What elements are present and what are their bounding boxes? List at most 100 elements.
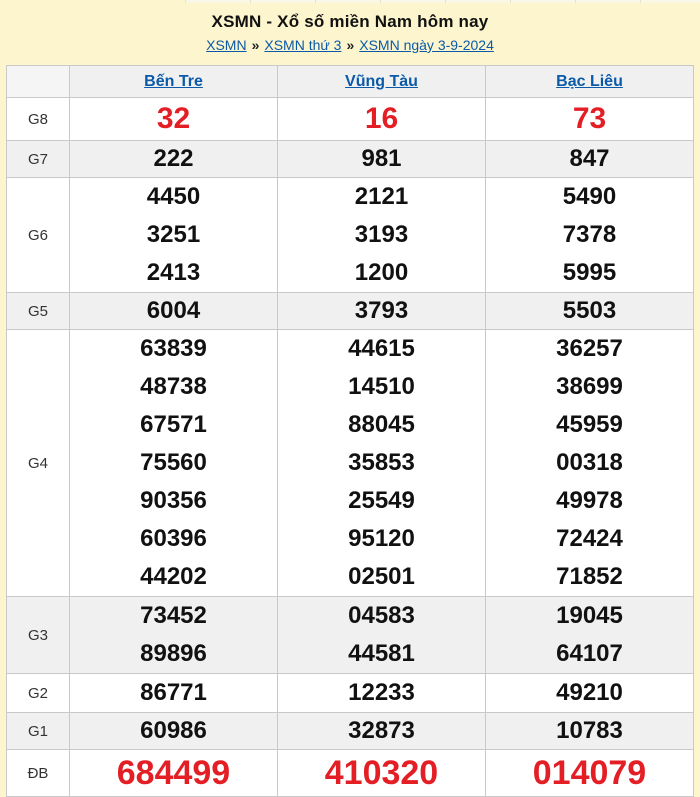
table-row-g7: G7222981847 <box>7 141 694 178</box>
prize-number: 2121 <box>278 178 485 216</box>
breadcrumb-link-date[interactable]: XSMN ngày 3-9-2024 <box>359 37 494 53</box>
prize-number: 75560 <box>70 444 277 482</box>
prize-number: 73452 <box>70 597 277 635</box>
prize-number: 1200 <box>278 254 485 292</box>
prize-cell: 73 <box>486 98 694 141</box>
prize-number: 72424 <box>486 520 693 558</box>
prize-cell: 49210 <box>486 674 694 713</box>
table-row-g2: G2867711223349210 <box>7 674 694 713</box>
breadcrumb-separator: » <box>247 37 265 53</box>
column-header-link-bac-lieu[interactable]: Bạc Liêu <box>556 73 623 90</box>
prize-number: 64107 <box>486 635 693 673</box>
breadcrumb-link-xsmn[interactable]: XSMN <box>206 37 246 53</box>
top-edge-decoration <box>0 0 700 3</box>
table-row-g3: G3734528989604583445811904564107 <box>7 597 694 674</box>
prize-number: 02501 <box>278 558 485 596</box>
prize-label-g4: G4 <box>7 330 70 597</box>
prize-label-g1: G1 <box>7 713 70 750</box>
prize-number: 014079 <box>486 750 693 796</box>
prize-number: 73 <box>486 98 693 140</box>
column-header-ben-tre: Bến Tre <box>70 66 278 98</box>
prize-number: 49210 <box>486 674 693 712</box>
column-header-link-vung-tau[interactable]: Vũng Tàu <box>345 73 418 90</box>
prize-cell: 7345289896 <box>70 597 278 674</box>
page-header: XSMN - Xổ số miền Nam hôm nay XSMN»XSMN … <box>0 3 700 53</box>
table-row-g1: G1609863287310783 <box>7 713 694 750</box>
prize-number: 90356 <box>70 482 277 520</box>
prize-number: 60986 <box>70 713 277 749</box>
prize-number: 32 <box>70 98 277 140</box>
prize-number: 63839 <box>70 330 277 368</box>
prize-number: 5490 <box>486 178 693 216</box>
prize-number: 45959 <box>486 406 693 444</box>
column-header-bac-lieu: Bạc Liêu <box>486 66 694 98</box>
prize-number: 3251 <box>70 216 277 254</box>
page-title: XSMN - Xổ số miền Nam hôm nay <box>0 12 700 32</box>
prize-cell: 212131931200 <box>278 178 486 293</box>
table-row-g8: G8321673 <box>7 98 694 141</box>
prize-number: 2413 <box>70 254 277 292</box>
prize-cell: 410320 <box>278 750 486 797</box>
prize-cell: 549073785995 <box>486 178 694 293</box>
breadcrumb-link-weekday[interactable]: XSMN thứ 3 <box>264 37 341 53</box>
prize-cell: 3793 <box>278 293 486 330</box>
prize-cell: 16 <box>278 98 486 141</box>
table-row-g5: G5600437935503 <box>7 293 694 330</box>
prize-number: 44615 <box>278 330 485 368</box>
results-tbody: G8321673G7222981847G64450325124132121319… <box>7 98 694 797</box>
prize-number: 3193 <box>278 216 485 254</box>
corner-cell <box>7 66 70 98</box>
prize-number: 49978 <box>486 482 693 520</box>
prize-number: 16 <box>278 98 485 140</box>
prize-cell: 60986 <box>70 713 278 750</box>
prize-cell: 445032512413 <box>70 178 278 293</box>
prize-cell: 1904564107 <box>486 597 694 674</box>
prize-number: 19045 <box>486 597 693 635</box>
prize-number: 5503 <box>486 293 693 329</box>
prize-number: 67571 <box>70 406 277 444</box>
prize-number: 89896 <box>70 635 277 673</box>
prize-number: 35853 <box>278 444 485 482</box>
prize-number: 86771 <box>70 674 277 712</box>
prize-number: 48738 <box>70 368 277 406</box>
prize-number: 5995 <box>486 254 693 292</box>
prize-cell: 32873 <box>278 713 486 750</box>
prize-cell: 222 <box>70 141 278 178</box>
breadcrumb-separator: » <box>341 37 359 53</box>
prize-number: 88045 <box>278 406 485 444</box>
prize-number: 36257 <box>486 330 693 368</box>
prize-number: 25549 <box>278 482 485 520</box>
column-header-link-ben-tre[interactable]: Bến Tre <box>144 73 203 90</box>
prize-cell: 44615145108804535853255499512002501 <box>278 330 486 597</box>
prize-number: 4450 <box>70 178 277 216</box>
prize-cell: 63839487386757175560903566039644202 <box>70 330 278 597</box>
prize-cell: 10783 <box>486 713 694 750</box>
prize-number: 44202 <box>70 558 277 596</box>
prize-label-db: ĐB <box>7 750 70 797</box>
header-row: Bến Tre Vũng Tàu Bạc Liêu <box>7 66 694 98</box>
prize-number: 32873 <box>278 713 485 749</box>
table-row-g4: G463839487386757175560903566039644202446… <box>7 330 694 597</box>
prize-number: 60396 <box>70 520 277 558</box>
table-row-db: ĐB684499410320014079 <box>7 750 694 797</box>
prize-number: 7378 <box>486 216 693 254</box>
prize-label-g7: G7 <box>7 141 70 178</box>
prize-number: 981 <box>278 141 485 177</box>
prize-number: 3793 <box>278 293 485 329</box>
prize-cell: 12233 <box>278 674 486 713</box>
prize-number: 847 <box>486 141 693 177</box>
prize-number: 38699 <box>486 368 693 406</box>
prize-number: 14510 <box>278 368 485 406</box>
prize-label-g3: G3 <box>7 597 70 674</box>
prize-cell: 684499 <box>70 750 278 797</box>
prize-cell: 86771 <box>70 674 278 713</box>
prize-cell: 32 <box>70 98 278 141</box>
prize-cell: 981 <box>278 141 486 178</box>
prize-number: 10783 <box>486 713 693 749</box>
prize-number: 6004 <box>70 293 277 329</box>
prize-number: 95120 <box>278 520 485 558</box>
table-row-g6: G6445032512413212131931200549073785995 <box>7 178 694 293</box>
prize-number: 04583 <box>278 597 485 635</box>
prize-number: 222 <box>70 141 277 177</box>
results-table: Bến Tre Vũng Tàu Bạc Liêu G8321673G72229… <box>6 65 694 797</box>
